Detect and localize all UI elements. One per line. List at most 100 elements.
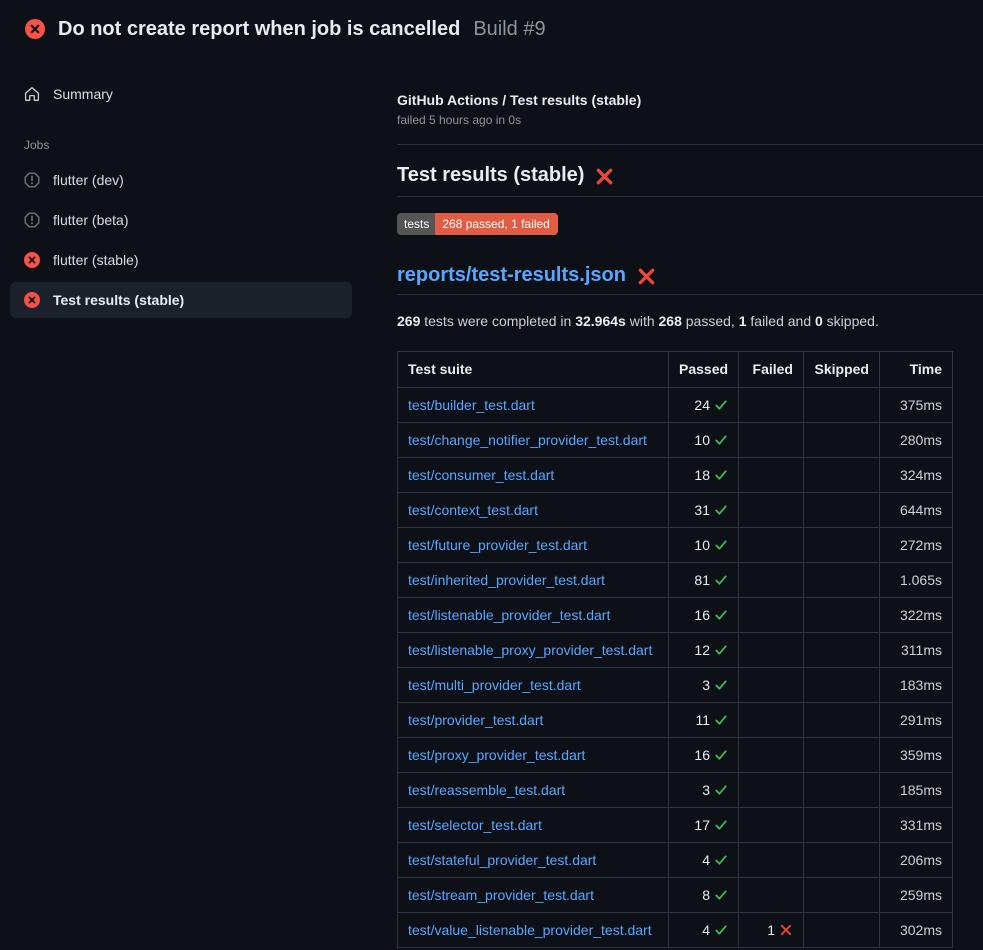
test-suite-link[interactable]: test/listenable_proxy_provider_test.dart <box>408 642 652 658</box>
passed-cell: 4 <box>669 843 739 878</box>
failed-x-icon <box>637 267 656 286</box>
job-label: flutter (beta) <box>53 212 128 228</box>
job-label: Test results (stable) <box>53 292 184 308</box>
sidebar-job-item-flutter-beta-[interactable]: flutter (beta) <box>10 202 352 238</box>
passed-cell: 12 <box>669 633 739 668</box>
test-suite-link[interactable]: test/stateful_provider_test.dart <box>408 852 596 868</box>
sidebar-item-summary[interactable]: Summary <box>10 78 352 110</box>
count-value: 1 <box>767 921 775 939</box>
badge-value: 268 passed, 1 failed <box>435 213 557 235</box>
check-icon <box>714 748 728 762</box>
table-row: test/builder_test.dart 24 375ms <box>398 388 953 423</box>
test-suite-link[interactable]: test/consumer_test.dart <box>408 467 554 483</box>
check-icon <box>714 398 728 412</box>
test-suite-link[interactable]: test/builder_test.dart <box>408 397 535 413</box>
sidebar: Summary Jobs flutter (dev) flutter (beta… <box>0 56 362 322</box>
summary-part: failed and <box>747 313 816 329</box>
test-suite-link[interactable]: test/selector_test.dart <box>408 817 542 833</box>
skipped-cell <box>804 388 880 423</box>
check-icon <box>714 503 728 517</box>
table-row: test/proxy_provider_test.dart 16 359ms <box>398 738 953 773</box>
test-suite-link[interactable]: test/value_listenable_provider_test.dart <box>408 922 652 938</box>
sidebar-job-item-flutter-stable-[interactable]: flutter (stable) <box>10 242 352 278</box>
test-suite-link[interactable]: test/change_notifier_provider_test.dart <box>408 432 647 448</box>
failed-cell <box>739 493 804 528</box>
passed-cell: 11 <box>669 703 739 738</box>
build-number: Build #9 <box>473 18 545 41</box>
passed-cell: 17 <box>669 808 739 843</box>
skipped-cell <box>804 878 880 913</box>
skipped-cell <box>804 843 880 878</box>
x-icon <box>779 923 793 937</box>
count-value: 4 <box>702 921 710 939</box>
summary-text: 269 tests were completed in 32.964s with… <box>397 311 983 331</box>
report-heading: reports/test-results.json <box>397 261 983 295</box>
passed-cell: 31 <box>669 493 739 528</box>
test-suite-link[interactable]: test/proxy_provider_test.dart <box>408 747 585 763</box>
failed-cell <box>739 843 804 878</box>
home-icon <box>24 86 40 102</box>
test-suite-link[interactable]: test/inherited_provider_test.dart <box>408 572 605 588</box>
check-icon <box>714 678 728 692</box>
failed-cell <box>739 388 804 423</box>
passed-cell: 8 <box>669 878 739 913</box>
sidebar-summary-label: Summary <box>53 86 113 102</box>
time-cell: 322ms <box>880 598 953 633</box>
check-icon <box>714 818 728 832</box>
summary-part: passed, <box>682 313 739 329</box>
job-label: flutter (stable) <box>53 252 139 268</box>
count-value: 3 <box>702 676 710 694</box>
check-icon <box>714 888 728 902</box>
time-cell: 375ms <box>880 388 953 423</box>
failed-cell <box>739 773 804 808</box>
failed-cell <box>739 563 804 598</box>
passed-cell: 16 <box>669 738 739 773</box>
skipped-cell <box>804 598 880 633</box>
test-suite-link[interactable]: test/stream_provider_test.dart <box>408 887 594 903</box>
skipped-cell <box>804 738 880 773</box>
test-suite-link[interactable]: test/provider_test.dart <box>408 712 543 728</box>
passed-cell: 24 <box>669 388 739 423</box>
main-content: GitHub Actions / Test results (stable) f… <box>397 56 983 948</box>
table-row: test/inherited_provider_test.dart 81 1.0… <box>398 563 953 598</box>
count-value: 3 <box>702 781 710 799</box>
table-row: test/future_provider_test.dart 10 272ms <box>398 528 953 563</box>
table-row: test/stream_provider_test.dart 8 259ms <box>398 878 953 913</box>
skipped-cell <box>804 773 880 808</box>
check-icon <box>714 783 728 797</box>
failed-status-icon <box>25 19 45 39</box>
failed-cell <box>739 528 804 563</box>
count-value: 10 <box>694 431 710 449</box>
report-file-link[interactable]: reports/test-results.json <box>397 261 626 289</box>
failed-cell <box>739 703 804 738</box>
count-value: 12 <box>694 641 710 659</box>
count-value: 10 <box>694 536 710 554</box>
test-suite-link[interactable]: test/future_provider_test.dart <box>408 537 587 553</box>
badge-label: tests <box>397 213 435 235</box>
count-value: 16 <box>694 746 710 764</box>
skipped-cell <box>804 668 880 703</box>
column-header-passed: Passed <box>669 352 739 388</box>
failed-cell <box>739 633 804 668</box>
test-suite-link[interactable]: test/listenable_provider_test.dart <box>408 607 610 623</box>
table-row: test/provider_test.dart 11 291ms <box>398 703 953 738</box>
sidebar-job-item-flutter-dev-[interactable]: flutter (dev) <box>10 162 352 198</box>
passed-cell: 16 <box>669 598 739 633</box>
test-suite-link[interactable]: test/multi_provider_test.dart <box>408 677 581 693</box>
test-suite-link[interactable]: test/context_test.dart <box>408 502 538 518</box>
summary-part: 1 <box>739 313 747 329</box>
count-value: 81 <box>694 571 710 589</box>
time-cell: 183ms <box>880 668 953 703</box>
time-cell: 280ms <box>880 423 953 458</box>
failed-x-icon <box>595 167 614 186</box>
test-suite-link[interactable]: test/reassemble_test.dart <box>408 782 565 798</box>
check-icon <box>714 573 728 587</box>
check-icon <box>714 713 728 727</box>
time-cell: 331ms <box>880 808 953 843</box>
count-value: 11 <box>695 711 710 729</box>
skipped-cell <box>804 703 880 738</box>
sidebar-job-item-test-results-stable-[interactable]: Test results (stable) <box>10 282 352 318</box>
check-icon <box>714 538 728 552</box>
breadcrumb: GitHub Actions / Test results (stable) <box>397 92 983 108</box>
summary-part: tests were completed in <box>420 313 575 329</box>
